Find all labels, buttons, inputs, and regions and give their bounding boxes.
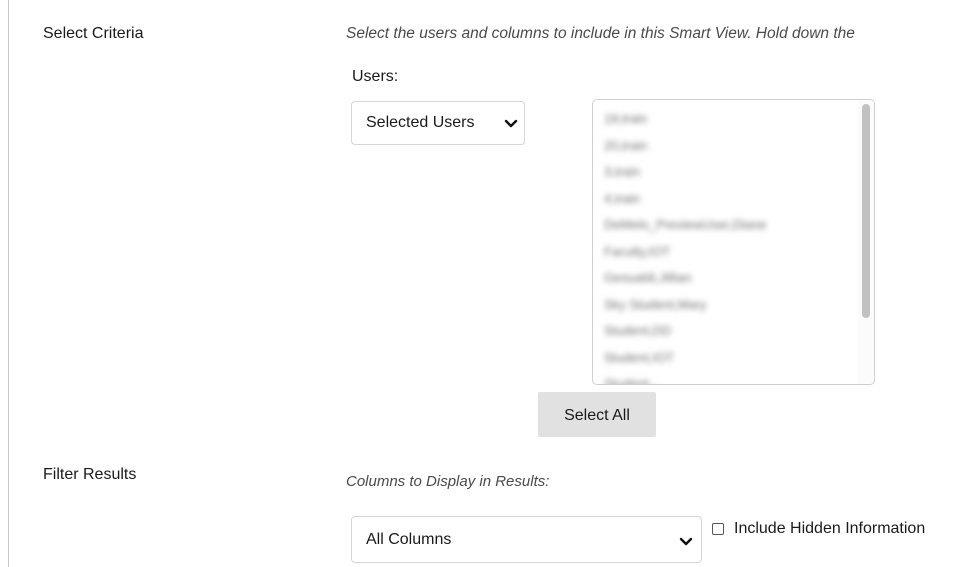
users-type-select[interactable]: Selected Users	[351, 101, 525, 145]
columns-select-value: All Columns	[366, 531, 452, 548]
select-all-button[interactable]: Select All	[538, 392, 656, 437]
user-list-item[interactable]: Student,IOT	[604, 348, 767, 375]
users-label: Users:	[352, 68, 399, 85]
include-hidden-checkbox[interactable]	[712, 523, 724, 535]
listbox-scrollbar[interactable]	[858, 100, 874, 384]
select-criteria-label: Select Criteria	[43, 25, 144, 42]
columns-to-display-label: Columns to Display in Results:	[346, 473, 550, 490]
user-list-item[interactable]: Gesualdi,Jillian	[604, 268, 767, 295]
users-listbox[interactable]: 19,train 20,train 3,train 4,train DeMelo_Pre…	[592, 99, 875, 385]
user-list-item[interactable]: DeMelo_PreviewUser,Diane	[604, 215, 767, 242]
smart-view-form: Select Criteria Select the users and col…	[0, 0, 980, 567]
user-list-item[interactable]: Faculty,IOT	[604, 242, 767, 269]
user-list-item[interactable]: 3,train	[604, 162, 767, 189]
user-list-item[interactable]: 20,train	[604, 136, 767, 163]
users-type-select-value: Selected Users	[366, 114, 475, 131]
chevron-down-icon	[504, 119, 518, 128]
user-list-item[interactable]: 19,train	[604, 109, 767, 136]
left-divider	[8, 0, 9, 567]
user-list-item[interactable]: Student,DD	[604, 321, 767, 348]
filter-results-label: Filter Results	[43, 466, 137, 483]
select-criteria-instructions: Select the users and columns to include …	[346, 25, 855, 42]
include-hidden-label: Include Hidden Information	[734, 520, 926, 537]
columns-select[interactable]: All Columns	[351, 516, 702, 563]
user-list-item[interactable]: Sky Student,Mary	[604, 295, 767, 322]
user-list-item[interactable]: 4,train	[604, 189, 767, 216]
listbox-scrollbar-thumb[interactable]	[862, 104, 870, 318]
chevron-down-icon	[679, 537, 693, 546]
user-list-item[interactable]: Student,...	[604, 374, 767, 384]
users-list: 19,train 20,train 3,train 4,train DeMelo_Pre…	[604, 109, 767, 384]
include-hidden-checkbox-row[interactable]: Include Hidden Information	[712, 520, 925, 538]
